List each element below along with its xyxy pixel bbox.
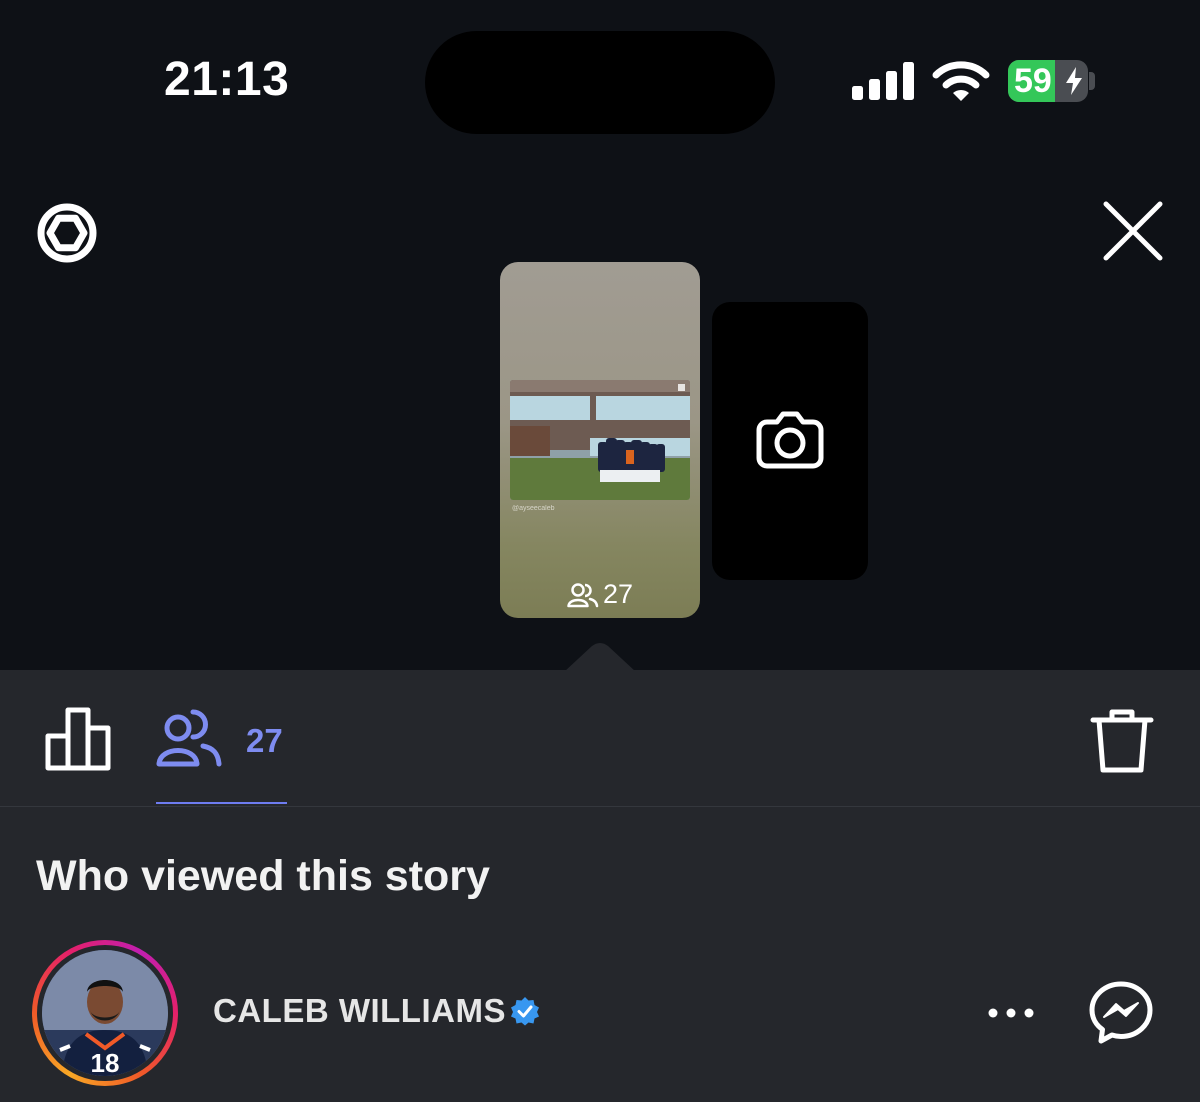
add-story-camera-card[interactable]: [712, 302, 868, 580]
viewer-name[interactable]: CALEB WILLIAMS: [213, 992, 506, 1030]
messenger-icon[interactable]: [1088, 980, 1154, 1046]
people-icon: [567, 582, 599, 607]
cellular-signal-icon: [852, 62, 914, 100]
more-options-icon[interactable]: [986, 996, 1036, 1030]
trash-icon[interactable]: [1090, 706, 1154, 774]
story-ring[interactable]: 18: [32, 940, 178, 1086]
avatar: 18: [42, 950, 168, 1076]
people-icon: [156, 709, 222, 767]
story-view-count: 27: [500, 579, 700, 610]
battery-percent: 59: [1014, 62, 1052, 100]
section-title: Who viewed this story: [36, 852, 490, 900]
battery-cap: [1089, 72, 1095, 90]
wifi-icon: [932, 61, 990, 101]
selection-pointer: [564, 643, 636, 672]
gear-icon[interactable]: [30, 200, 104, 266]
dynamic-island: [425, 31, 775, 134]
story-handle: @ayseecaleb: [512, 505, 555, 512]
charging-bolt-icon: [1066, 67, 1082, 95]
story-thumbnail[interactable]: @ayseecaleb 27: [500, 262, 700, 618]
jersey-number: 18: [91, 1048, 120, 1076]
bar-chart-icon[interactable]: [44, 706, 112, 772]
active-tab-underline: [156, 802, 287, 804]
status-time: 21:13: [164, 53, 290, 106]
avatar-photo: 18: [42, 950, 168, 1076]
verified-badge-icon: [511, 997, 539, 1026]
battery-indicator: 59: [1008, 60, 1088, 102]
close-icon[interactable]: [1100, 198, 1166, 264]
story-view-count-value: 27: [602, 579, 634, 609]
story-photo: [510, 380, 690, 500]
camera-icon: [756, 411, 824, 469]
tab-viewers[interactable]: 27: [156, 700, 287, 804]
viewers-tab-count: 27: [246, 722, 283, 759]
